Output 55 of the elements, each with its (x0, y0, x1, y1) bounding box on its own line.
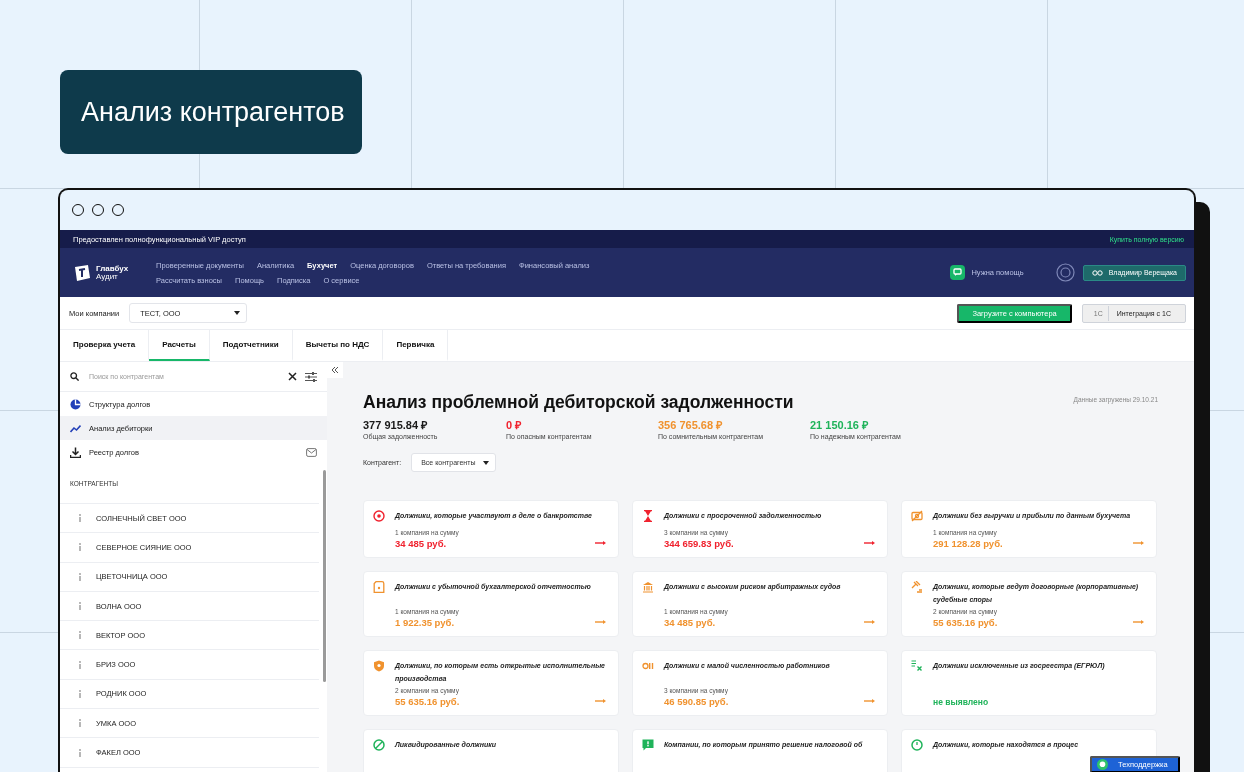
arrow-right-icon[interactable] (595, 620, 606, 624)
page-title: Анализ проблемной дебиторской задолженности (363, 392, 794, 413)
caret-icon (234, 311, 241, 315)
tab[interactable]: Проверка учета (60, 330, 150, 361)
download-icon (70, 446, 81, 458)
pie-chart-icon (70, 398, 81, 410)
info-icon (78, 572, 82, 581)
debt-amount: 46 590.85 руб. (664, 696, 729, 707)
stat-value: 356 765.68 ₽ (658, 418, 724, 432)
debt-amount: 34 485 руб. (395, 538, 448, 549)
info-icon (78, 719, 82, 728)
tab[interactable]: Вычеты по НДС (292, 330, 384, 361)
debt-amount: 55 635.16 руб. (395, 696, 460, 707)
chat-icon (950, 265, 966, 280)
logo-title: Главбух (96, 264, 129, 273)
info-icon (78, 514, 82, 523)
chat-bubble-icon (1097, 759, 1108, 770)
logo-icon (72, 262, 92, 283)
glasses-icon (1091, 269, 1103, 276)
double-chevron-icon (331, 366, 339, 374)
logo-subtitle: Аудит (96, 272, 118, 281)
arrow-right-icon[interactable] (1133, 620, 1144, 624)
arrow-right-icon[interactable] (864, 541, 875, 545)
info-icon (78, 602, 82, 611)
lifebuoy-icon[interactable] (1055, 263, 1075, 282)
filter-icon[interactable] (305, 371, 317, 382)
tab[interactable]: Подотчетники (209, 330, 293, 361)
debt-amount: 34 485 руб. (664, 617, 717, 628)
trend-line-icon (70, 422, 81, 434)
scrollbar[interactable] (323, 470, 326, 682)
stat-value: 377 915.84 ₽ (363, 418, 429, 432)
arrow-right-icon[interactable] (595, 699, 606, 703)
mail-icon[interactable] (306, 447, 317, 457)
stat-value: 21 150.16 ₽ (810, 418, 869, 432)
stat-value: 0 ₽ (506, 418, 523, 432)
info-icon (78, 660, 82, 669)
arrow-right-icon[interactable] (864, 699, 875, 703)
status-text: не выявлено (933, 697, 989, 707)
debt-amount: 1 922.35 руб. (395, 617, 456, 628)
close-icon[interactable] (288, 372, 297, 381)
caret-icon (483, 460, 490, 465)
arrow-right-icon[interactable] (595, 541, 606, 545)
debt-amount: 291 128.28 руб. (933, 538, 1003, 549)
arrow-right-icon[interactable] (1133, 541, 1144, 545)
info-icon (78, 689, 82, 698)
info-icon (78, 748, 82, 757)
tab[interactable]: Первичка (383, 330, 449, 361)
debt-amount: 55 635.16 руб. (933, 617, 998, 628)
collapse-button[interactable] (327, 362, 343, 378)
info-icon (78, 543, 82, 552)
search-icon (70, 372, 79, 381)
debt-amount: 344 659.83 руб. (664, 538, 734, 549)
info-icon (78, 631, 82, 640)
promo-label: Анализ контрагентов (60, 70, 362, 154)
arrow-right-icon[interactable] (864, 620, 875, 624)
